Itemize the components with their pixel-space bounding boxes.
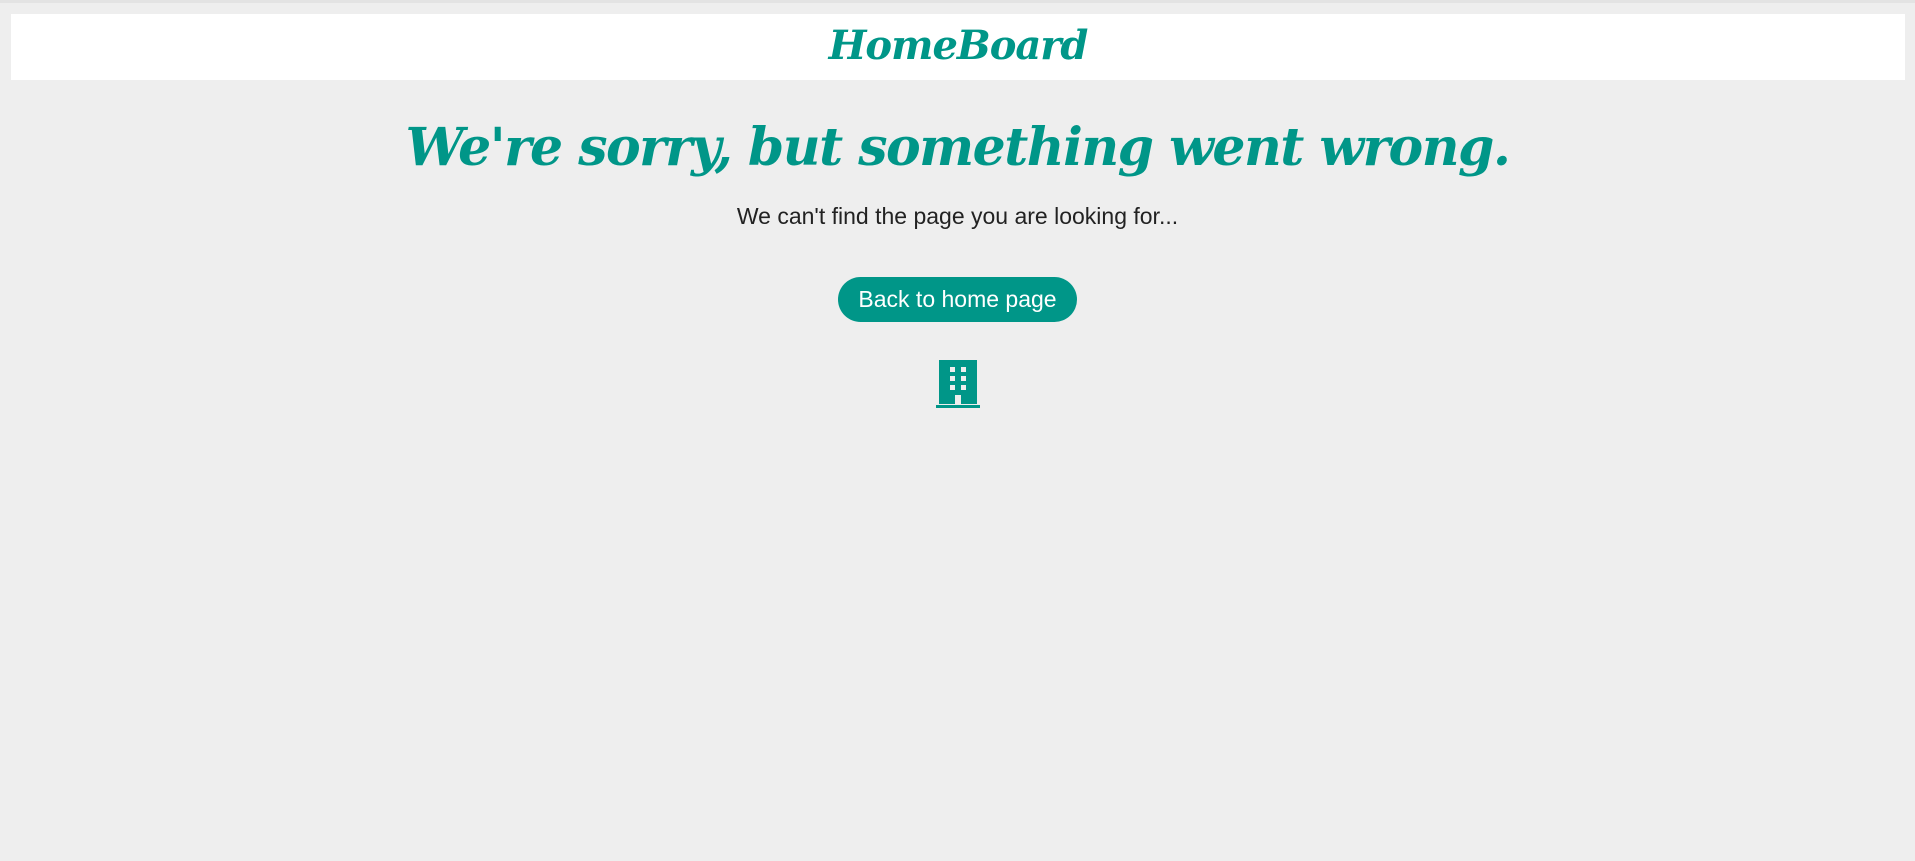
header: HomeBoard — [11, 14, 1905, 80]
icon-container — [0, 360, 1915, 410]
error-title: We're sorry, but something went wrong. — [405, 117, 1511, 178]
error-content: We're sorry, but something went wrong. W… — [0, 80, 1915, 410]
building-icon — [935, 360, 980, 408]
top-strip — [0, 0, 1915, 3]
error-message: We can't find the page you are looking f… — [736, 203, 1179, 229]
back-to-home-button[interactable]: Back to home page — [838, 277, 1077, 322]
app-logo[interactable]: HomeBoard — [829, 22, 1089, 69]
